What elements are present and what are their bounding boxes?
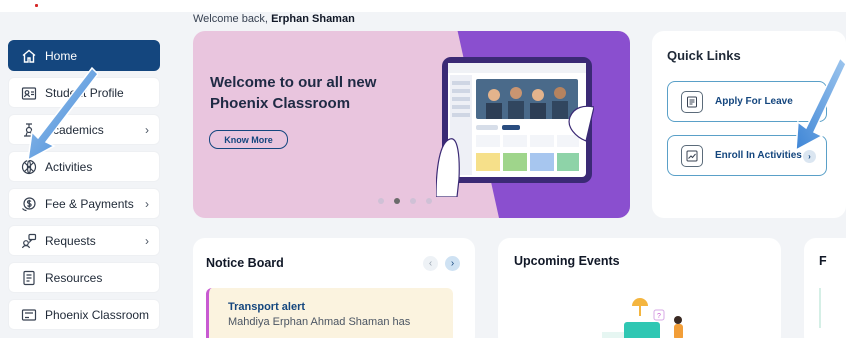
sidebar-item-fee-payments[interactable]: Fee & Payments › — [8, 188, 160, 219]
third-card-title: F — [819, 254, 827, 268]
notice-board-title: Notice Board — [206, 256, 284, 270]
chevron-right-icon[interactable]: › — [445, 256, 460, 271]
quick-link-label: Apply For Leave — [715, 96, 793, 107]
chevron-right-icon: › — [803, 150, 816, 163]
academics-icon — [21, 122, 37, 138]
enroll-in-activities-button[interactable]: Enroll In Activities › — [667, 135, 827, 176]
sidebar-item-student-profile[interactable]: Student Profile — [8, 77, 160, 108]
tablet-illustration — [436, 57, 594, 197]
quick-link-label: Enroll In Activities — [715, 150, 802, 161]
quick-links-title: Quick Links — [667, 48, 741, 63]
apply-for-leave-button[interactable]: Apply For Leave — [667, 81, 827, 122]
know-more-button[interactable]: Know More — [209, 130, 288, 149]
chevron-right-icon: › — [145, 123, 149, 137]
banner-title: Welcome to our all new Phoenix Classroom — [210, 74, 377, 112]
activities-ball-icon — [21, 159, 37, 175]
sidebar: Home Student Profile Academics › Activit… — [8, 40, 160, 336]
sidebar-item-resources[interactable]: Resources — [8, 262, 160, 293]
upcoming-events-title: Upcoming Events — [514, 254, 620, 268]
sidebar-item-academics[interactable]: Academics › — [8, 114, 160, 145]
sidebar-item-home[interactable]: Home — [8, 40, 160, 71]
profile-card-icon — [21, 85, 37, 101]
third-card: F — [804, 238, 846, 338]
carousel-dot[interactable] — [378, 198, 384, 204]
welcome-message: Welcome back, Erphan Shaman — [193, 13, 355, 25]
alert-text: Mahdiya Erphan Ahmad Shaman has — [228, 316, 411, 328]
welcome-prefix: Welcome back, — [193, 13, 272, 25]
svg-text:?: ? — [657, 313, 661, 320]
welcome-banner: Welcome to our all new Phoenix Classroom… — [193, 31, 630, 218]
alert-title: Transport alert — [228, 301, 306, 313]
sidebar-item-label: Academics — [45, 122, 104, 137]
classroom-icon — [21, 307, 37, 323]
carousel-dot[interactable] — [410, 198, 416, 204]
sidebar-item-label: Fee & Payments — [45, 196, 134, 211]
chevron-right-icon: › — [145, 197, 149, 211]
requests-icon — [21, 233, 37, 249]
sidebar-item-label: Phoenix Classroom — [45, 307, 150, 322]
carousel-dot[interactable] — [426, 198, 432, 204]
third-card-accent — [819, 288, 846, 328]
transport-alert[interactable]: Transport alert Mahdiya Erphan Ahmad Sha… — [206, 288, 453, 338]
red-marker — [35, 4, 38, 7]
upcoming-events-card: Upcoming Events ? — [498, 238, 781, 338]
events-illustration: ? — [602, 298, 683, 338]
notice-board-card: Notice Board ‹ › Transport alert Mahdiya… — [193, 238, 475, 338]
fee-payments-icon — [21, 196, 37, 212]
top-bar — [0, 0, 846, 12]
quick-links-card: Quick Links Apply For Leave Enroll In Ac… — [652, 31, 846, 218]
sidebar-item-label: Home — [45, 48, 78, 63]
carousel-dots — [378, 198, 432, 204]
user-name: Erphan Shaman — [271, 13, 355, 25]
carousel-dot-active[interactable] — [394, 198, 400, 204]
chevron-left-icon[interactable]: ‹ — [423, 256, 438, 271]
activity-chart-icon — [681, 144, 703, 167]
sidebar-item-phoenix-classroom[interactable]: Phoenix Classroom — [8, 299, 160, 330]
sidebar-item-activities[interactable]: Activities — [8, 151, 160, 182]
sidebar-item-label: Activities — [45, 159, 93, 174]
sidebar-item-requests[interactable]: Requests › — [8, 225, 160, 256]
resources-icon — [21, 270, 37, 286]
leave-form-icon — [681, 90, 703, 113]
chevron-right-icon: › — [145, 234, 149, 248]
home-icon — [21, 48, 37, 64]
sidebar-item-label: Resources — [45, 270, 103, 285]
sidebar-item-label: Student Profile — [45, 85, 124, 100]
sidebar-item-label: Requests — [45, 233, 96, 248]
